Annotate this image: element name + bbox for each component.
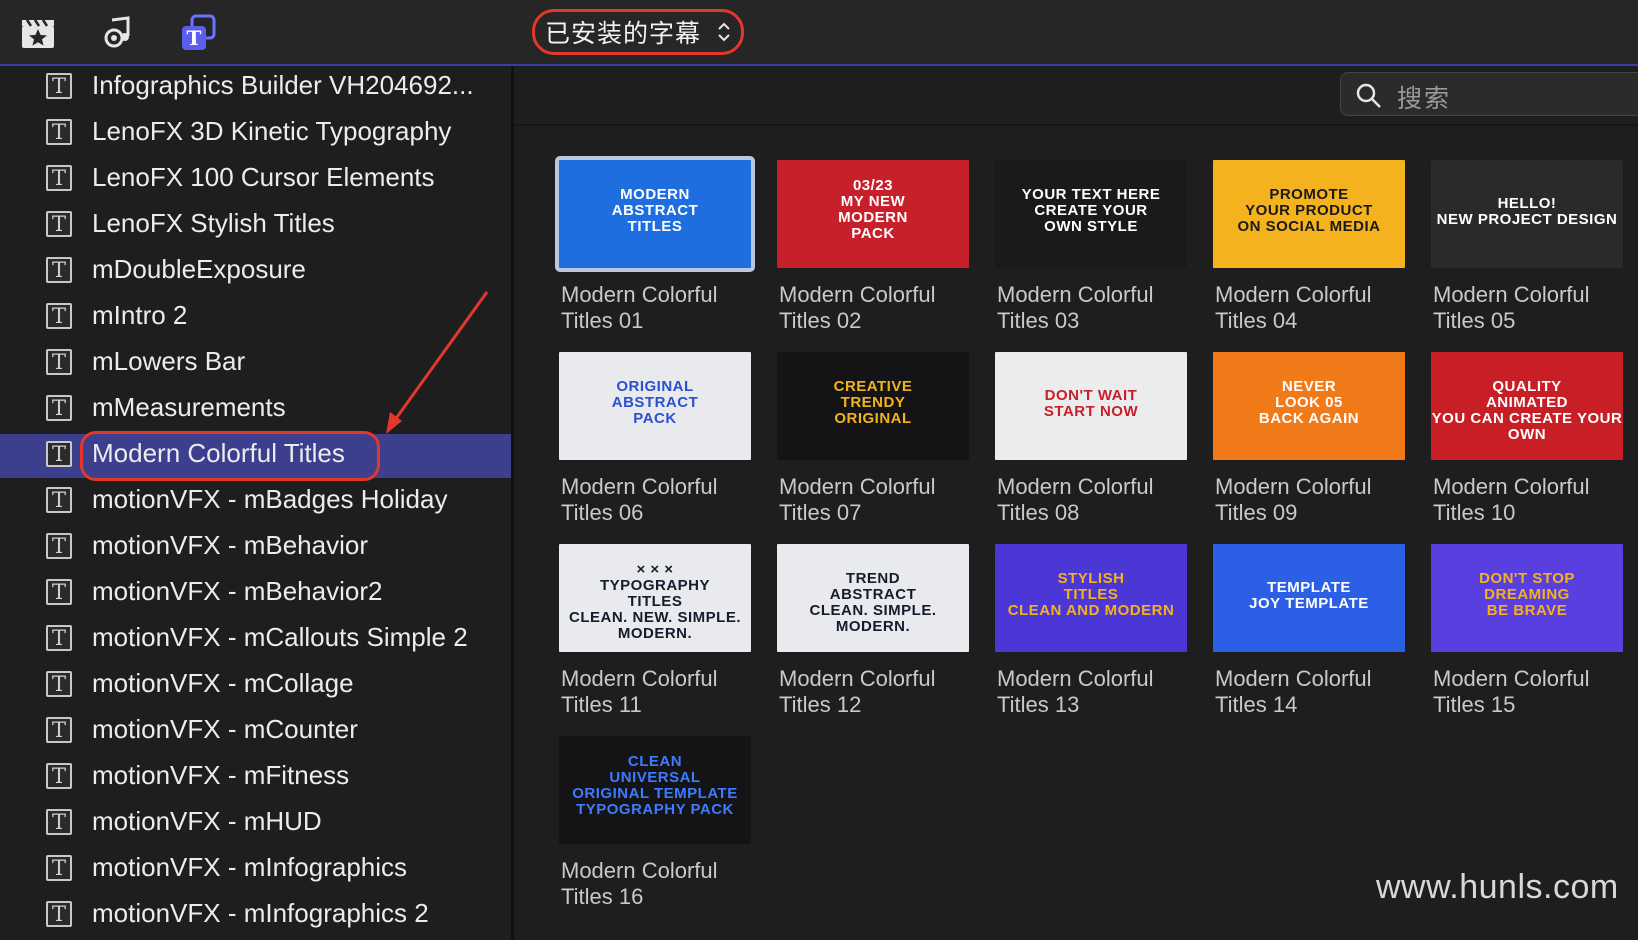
annotation-arrow-icon — [386, 291, 489, 434]
watermark-text: www.hunls.com — [1376, 868, 1619, 906]
